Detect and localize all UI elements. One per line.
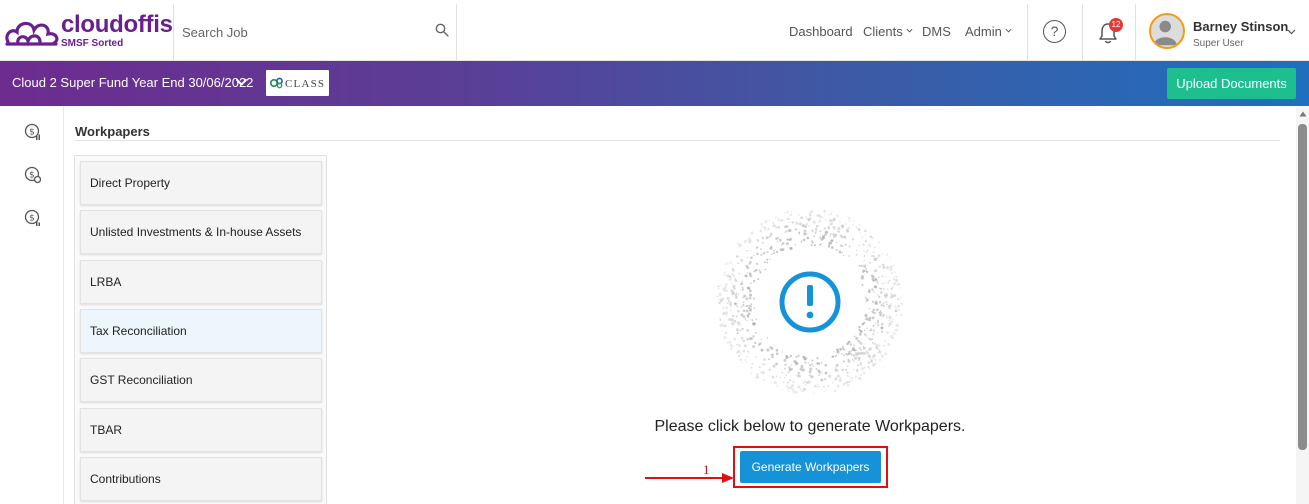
annotation-step-number: 1: [703, 462, 710, 477]
workpaper-item-gst-reconciliation[interactable]: GST Reconciliation: [80, 358, 322, 402]
nav-dashboard[interactable]: Dashboard: [789, 24, 853, 39]
upload-documents-button[interactable]: Upload Documents: [1167, 68, 1296, 99]
user-role: Super User: [1193, 38, 1244, 49]
help-icon[interactable]: ?: [1043, 20, 1066, 43]
header-divider: [1135, 4, 1136, 60]
dollar-settings-icon[interactable]: $: [24, 166, 42, 184]
left-rail: $ $ $: [0, 106, 64, 504]
user-avatar-icon: [1153, 20, 1177, 46]
workpaper-item-tbar[interactable]: TBAR: [80, 408, 322, 452]
chevron-down-icon: [906, 28, 913, 33]
workpaper-item-direct-property[interactable]: Direct Property: [80, 161, 322, 205]
svg-text:$: $: [29, 214, 35, 224]
workpaper-item-unlisted-investments[interactable]: Unlisted Investments & In-house Assets: [80, 210, 322, 254]
workpaper-item-tax-reconciliation[interactable]: Tax Reconciliation: [80, 309, 322, 353]
scrollbar-thumb[interactable]: [1298, 124, 1307, 450]
empty-state-message: Please click below to generate Workpaper…: [654, 418, 966, 435]
svg-text:$: $: [29, 128, 35, 138]
dollar-chart-icon[interactable]: $: [24, 123, 42, 141]
workpaper-item-contributions[interactable]: Contributions: [80, 457, 322, 501]
nav-label: DMS: [922, 24, 951, 39]
job-search: [174, 4, 456, 60]
nav-label: Clients: [863, 24, 903, 39]
nav-clients[interactable]: Clients: [863, 24, 913, 39]
chevron-down-icon[interactable]: [235, 76, 248, 89]
page-title: Workpapers: [75, 124, 150, 139]
user-name[interactable]: Barney Stinson: [1193, 19, 1288, 34]
brand-name: cloudoffis: [61, 11, 173, 38]
class-logo-icon: [270, 77, 283, 89]
workpaper-item-lrba[interactable]: LRBA: [80, 260, 322, 304]
job-bar: Cloud 2 Super Fund Year End 30/06/2022 C…: [0, 61, 1309, 106]
brand-tagline: SMSF Sorted: [61, 38, 124, 49]
class-integration-logo: CLASS: [266, 70, 329, 96]
divider: [74, 140, 1280, 141]
header-divider: [456, 4, 457, 60]
header-divider: [1027, 4, 1028, 60]
job-title[interactable]: Cloud 2 Super Fund Year End 30/06/2022: [12, 75, 253, 90]
dollar-report-icon[interactable]: $: [24, 209, 42, 227]
avatar[interactable]: [1149, 13, 1185, 49]
notification-badge: 12: [1109, 18, 1123, 32]
nav-dms[interactable]: DMS: [922, 24, 951, 39]
top-header: cloudoffis SMSF Sorted Dashboard Clients…: [0, 0, 1309, 61]
scroll-up-icon[interactable]: [1299, 110, 1307, 118]
exclamation-icon: [807, 285, 813, 306]
search-input[interactable]: [182, 21, 422, 43]
nav-admin[interactable]: Admin: [965, 24, 1012, 39]
chevron-down-icon[interactable]: [1287, 27, 1296, 36]
cloud-logo-icon: [5, 21, 59, 47]
brand-logo[interactable]: cloudoffis SMSF Sorted: [4, 8, 173, 54]
search-icon[interactable]: [435, 23, 449, 37]
nav-label: Dashboard: [789, 24, 853, 39]
workpaper-list: Direct Property Unlisted Investments & I…: [74, 155, 327, 504]
generate-workpapers-button[interactable]: Generate Workpapers: [740, 451, 881, 483]
class-logo-text: CLASS: [285, 78, 326, 90]
header-divider: [1082, 4, 1083, 60]
dotted-ring-illustration: [716, 209, 904, 394]
arrow-right-icon: [645, 473, 734, 483]
nav-label: Admin: [965, 24, 1002, 39]
chevron-down-icon: [1005, 28, 1012, 33]
